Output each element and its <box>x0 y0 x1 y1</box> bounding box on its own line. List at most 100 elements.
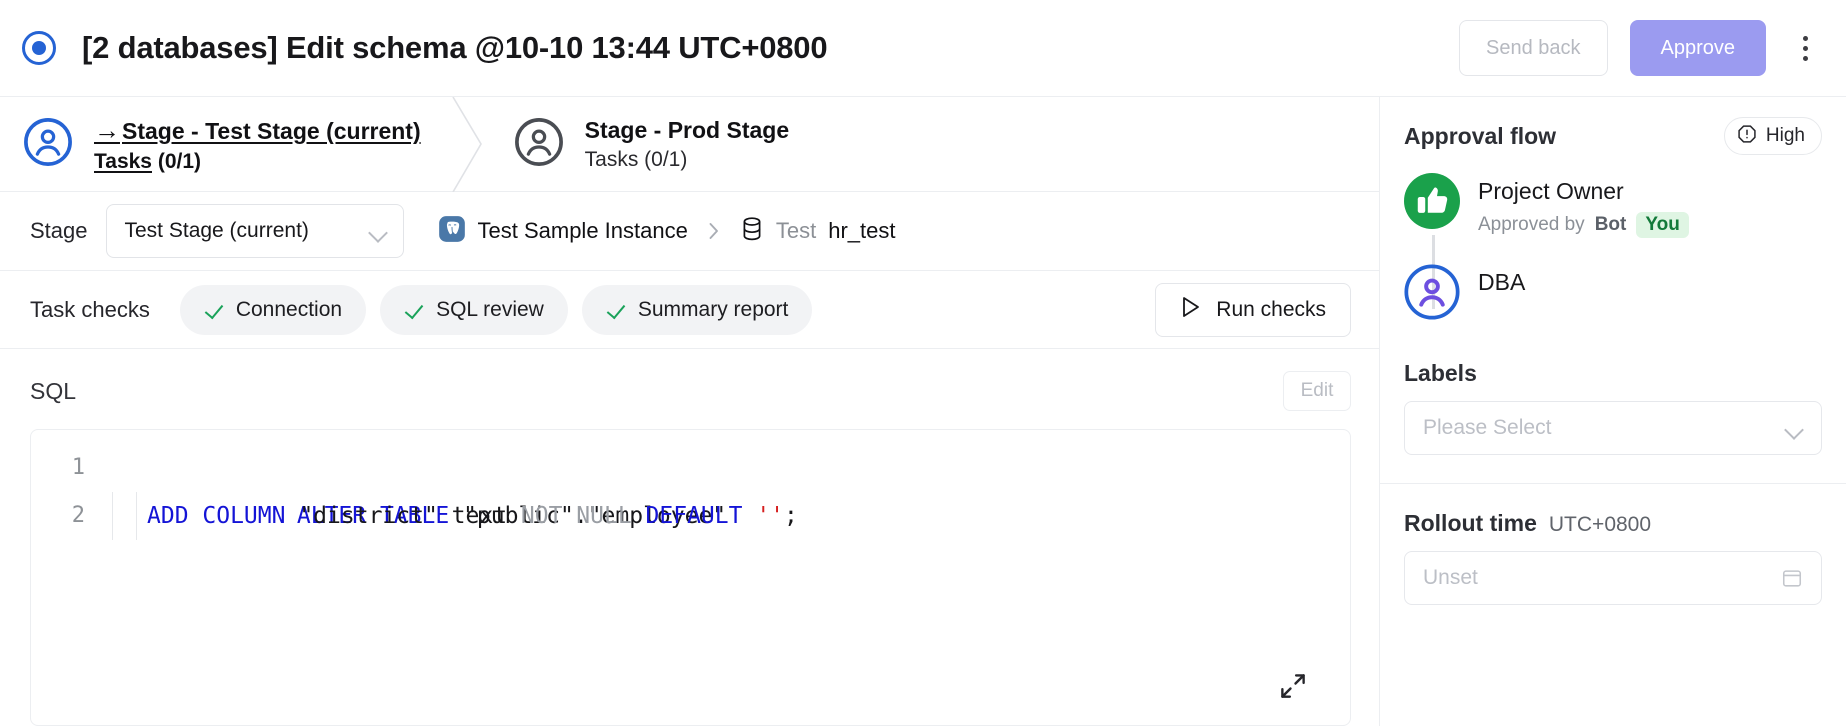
task-check-label: SQL review <box>436 297 544 321</box>
labels-placeholder: Please Select <box>1423 415 1552 439</box>
run-checks-label: Run checks <box>1216 297 1326 321</box>
stage-tasks-label: Tasks <box>584 147 639 171</box>
labels-title: Labels <box>1404 359 1477 386</box>
stage-title: →Stage - Test Stage (current) <box>94 115 421 146</box>
rollout-time-header: Rollout time UTC+0800 <box>1404 510 1822 537</box>
environment-name: Test <box>775 218 817 243</box>
check-icon <box>404 300 424 320</box>
stage-tasks-label: Tasks <box>94 149 152 173</box>
sql-token: '' <box>756 503 785 529</box>
rollout-time-placeholder: Unset <box>1423 565 1478 589</box>
you-badge: You <box>1636 211 1689 238</box>
stage-tasks-count: (0/1) <box>157 149 202 173</box>
kebab-menu-icon[interactable] <box>1788 25 1822 71</box>
sql-editor[interactable]: 1 ALTER TABLE "public"."employee" 2 ADD … <box>30 429 1351 726</box>
page-header: [2 databases] Edit schema @10-10 13:44 U… <box>0 0 1846 97</box>
approved-by-prefix: Approved by <box>1478 213 1585 235</box>
priority-label: High <box>1765 125 1805 146</box>
line-number: 1 <box>71 455 85 480</box>
database-name[interactable]: hr_test <box>828 218 895 244</box>
alert-octagon-icon <box>1737 124 1757 149</box>
approval-step-role: Project Owner <box>1478 178 1624 204</box>
priority-badge: High <box>1723 117 1822 155</box>
sql-token: NOT NULL <box>520 503 632 529</box>
sql-code-line: 2 ADD COLUMN "district" text NOT NULL DE… <box>31 492 1350 540</box>
database-icon <box>740 216 764 247</box>
sql-section-header: SQL Edit <box>30 371 1351 411</box>
page-title: [2 databases] Edit schema @10-10 13:44 U… <box>82 30 828 65</box>
stage-item-prod-stage[interactable]: Stage - Prod Stage Tasks (0/1) <box>513 97 789 191</box>
instance-name[interactable]: Test Sample Instance <box>478 218 688 244</box>
task-check-sql-review[interactable]: SQL review <box>380 284 568 335</box>
sql-line-2-content: ADD COLUMN "district" text NOT NULL DEFA… <box>147 492 798 540</box>
check-icon <box>606 300 626 320</box>
stage-tasks-count: (0/1) <box>644 147 688 171</box>
sql-token: "district" text <box>285 503 521 529</box>
stage-tasks: Tasks (0/1) <box>94 150 421 174</box>
approval-step-role: DBA <box>1478 268 1526 295</box>
approval-issue-page: [2 databases] Edit schema @10-10 13:44 U… <box>0 0 1846 726</box>
approval-flow-list: Project Owner Approved by Bot You DBA <box>1404 163 1822 346</box>
expand-fullscreen-icon[interactable] <box>1278 671 1308 701</box>
stage-separator <box>447 96 487 192</box>
sql-token: DEFAULT <box>645 503 743 529</box>
labels-select[interactable]: Please Select <box>1404 400 1822 455</box>
indent-guides <box>103 492 147 540</box>
send-back-button[interactable]: Send back <box>1458 20 1608 76</box>
run-checks-button[interactable]: Run checks <box>1155 282 1351 337</box>
rollout-timezone: UTC+0800 <box>1548 512 1652 536</box>
approval-step-dba: DBA <box>1404 264 1822 320</box>
chevron-down-icon <box>369 226 387 236</box>
page-body: →Stage - Test Stage (current) Tasks (0/1… <box>0 96 1846 726</box>
stage-text-group: →Stage - Test Stage (current) Tasks (0/1… <box>94 115 421 174</box>
approval-step-project-owner: Project Owner Approved by Bot You <box>1404 173 1822 238</box>
task-check-connection[interactable]: Connection <box>179 284 367 335</box>
rollout-time-input[interactable]: Unset <box>1404 550 1822 605</box>
check-icon <box>204 300 224 320</box>
approval-step-texts: DBA <box>1478 264 1525 297</box>
task-checks-row: Task checks Connection SQL review Summar… <box>0 271 1379 349</box>
chevron-down-icon <box>1785 423 1803 433</box>
stage-item-test-stage[interactable]: →Stage - Test Stage (current) Tasks (0/1… <box>22 97 421 191</box>
sql-token: ADD COLUMN <box>147 503 286 529</box>
stage-text-group: Stage - Prod Stage Tasks (0/1) <box>585 117 789 172</box>
sql-token: ; <box>784 503 798 529</box>
right-sidebar: Approval flow High Project Owner Approve… <box>1380 97 1846 726</box>
stage-breadcrumb: →Stage - Test Stage (current) Tasks (0/1… <box>0 96 1379 192</box>
approval-flow-header: Approval flow High <box>1404 97 1822 163</box>
calendar-icon <box>1781 567 1803 589</box>
stage-title-text: Stage - Test Stage (current) <box>122 117 421 144</box>
approval-flow-title: Approval flow <box>1404 122 1557 149</box>
postgresql-icon <box>438 215 466 248</box>
arrow-right-glyph: → <box>94 114 120 145</box>
thumbs-up-icon <box>1404 173 1460 229</box>
chevron-right-icon <box>706 220 722 242</box>
task-check-label: Summary report <box>637 297 789 321</box>
approved-by-actor: Bot <box>1594 213 1627 235</box>
stage-select-value: Test Stage (current) <box>124 219 309 242</box>
stage-select-row: Stage Test Stage (current) Test Sample I… <box>0 192 1379 271</box>
stage-select-label: Stage <box>30 218 88 243</box>
task-check-summary-report[interactable]: Summary report <box>581 284 813 335</box>
approve-button[interactable]: Approve <box>1629 20 1766 76</box>
task-check-label: Connection <box>235 297 343 321</box>
database-path-breadcrumb: Test Sample Instance Test hr_test <box>438 215 895 248</box>
user-circle-icon <box>1404 264 1460 320</box>
radio-target-icon <box>22 31 56 65</box>
user-circle-icon <box>513 116 565 173</box>
line-number: 2 <box>71 503 85 528</box>
sidebar-divider <box>1380 482 1846 484</box>
approval-step-meta: Approved by Bot You <box>1478 211 1689 238</box>
main-column: →Stage - Test Stage (current) Tasks (0/1… <box>0 96 1380 726</box>
rollout-time-title: Rollout time <box>1404 509 1537 536</box>
edit-sql-button[interactable]: Edit <box>1283 371 1351 411</box>
stage-select-dropdown[interactable]: Test Stage (current) <box>105 204 404 258</box>
approval-step-texts: Project Owner Approved by Bot You <box>1478 173 1689 238</box>
stage-title-text: Stage - Prod Stage <box>584 116 790 143</box>
sql-code-line: 1 ALTER TABLE "public"."employee" <box>31 444 1350 529</box>
user-circle-icon <box>22 116 74 173</box>
play-icon <box>1180 295 1202 324</box>
sql-section-title: SQL <box>30 377 77 404</box>
